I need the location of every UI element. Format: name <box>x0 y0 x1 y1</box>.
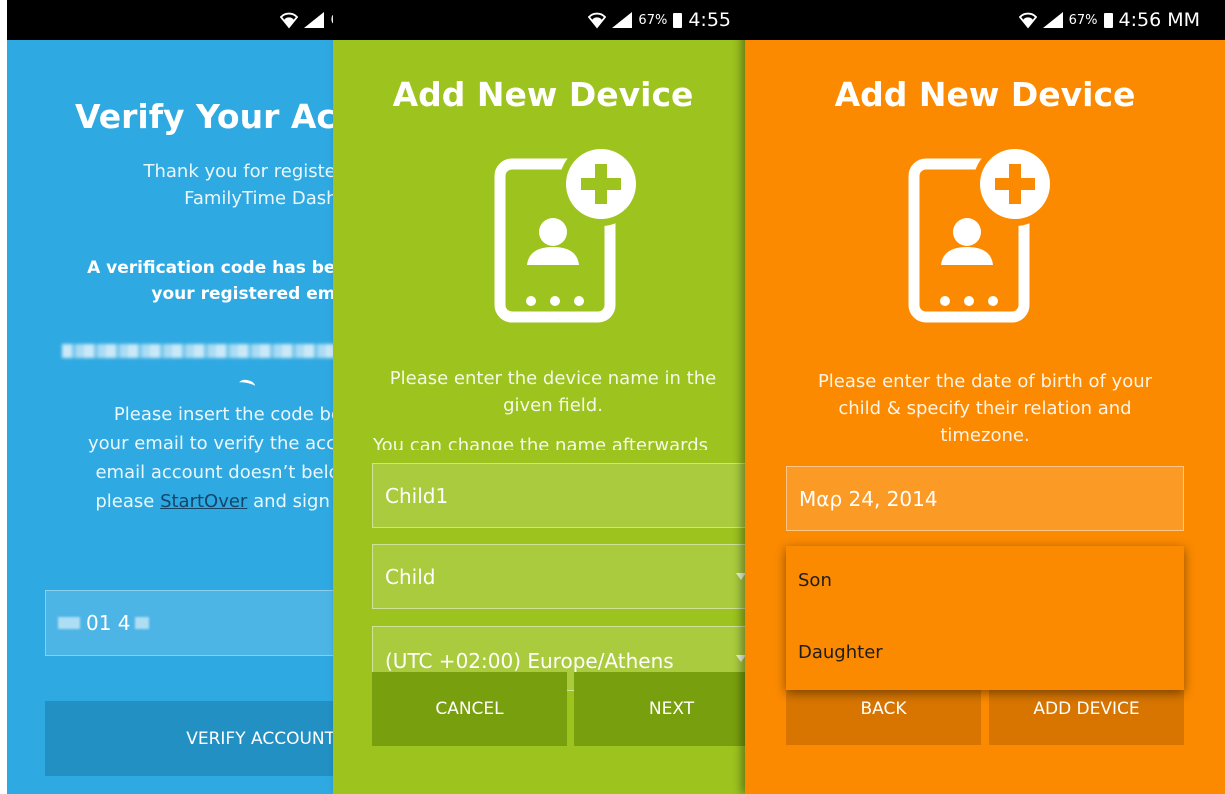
relation-dropdown-menu: Son Daughter <box>786 546 1184 690</box>
rename-note: You can change the name afterwards <box>373 435 709 450</box>
birth-date-field[interactable]: Μαρ 24, 2014 <box>786 466 1184 531</box>
blurred-digit <box>58 617 80 629</box>
blurred-digit <box>134 617 149 629</box>
prompt-text: Please enter the device name in the give… <box>389 368 717 416</box>
battery-icon <box>1103 12 1113 28</box>
relation-select[interactable]: Child <box>372 544 753 609</box>
code-sent-text: A verification code has bee your registe… <box>87 258 347 304</box>
signal-icon <box>1042 12 1063 28</box>
verification-code-value: 01 4 <box>86 611 131 635</box>
page-title: Add New Device <box>834 75 1136 114</box>
status-bar: 67% 4:55 <box>333 0 753 40</box>
start-over-link[interactable]: StartOver <box>160 491 247 512</box>
verify-account-screen: 68 Verify Your Acc Thank you for registe… <box>7 0 347 794</box>
wifi-icon <box>1018 12 1037 29</box>
add-device-birthdate-screen: 67% 4:56 MM Add New Device Please enter … <box>745 0 1225 794</box>
wifi-icon <box>588 12 607 29</box>
device-name-value: Child1 <box>385 483 449 508</box>
signal-icon <box>304 12 325 28</box>
loading-indicator <box>238 378 256 391</box>
signal-icon <box>612 12 633 28</box>
clock-time: 4:56 MM <box>1118 9 1201 31</box>
page-title: Verify Your Acc <box>75 97 347 136</box>
battery-percentage: 67% <box>1068 12 1098 28</box>
battery-percentage: 67% <box>638 12 668 28</box>
phone-add-icon <box>908 142 1057 323</box>
page-title: Add New Device <box>392 75 694 114</box>
timezone-value: (UTC +02:00) Europe/Athens <box>385 649 674 673</box>
status-bar: 68 <box>7 0 347 40</box>
wifi-icon <box>280 12 299 29</box>
status-bar: 67% 4:56 MM <box>745 0 1225 40</box>
relation-option-daughter[interactable]: Daughter <box>798 642 883 663</box>
device-name-input[interactable]: Child1 <box>372 463 753 528</box>
verify-account-button[interactable]: VERIFY ACCOUNT <box>45 701 347 776</box>
phone-add-icon <box>494 142 643 323</box>
registered-email-blurred <box>62 344 347 358</box>
relation-value: Child <box>385 564 436 589</box>
prompt-text: Please enter the date of birth of your c… <box>817 371 1153 446</box>
add-device-name-screen: 67% 4:55 Add New Device Please enter the… <box>333 0 753 794</box>
birth-date-value: Μαρ 24, 2014 <box>799 486 938 511</box>
thank-you-text: Thank you for registering FamilyTime Das… <box>143 161 347 209</box>
clock-time: 4:55 <box>688 9 731 31</box>
cancel-button[interactable]: CANCEL <box>372 672 567 746</box>
next-button[interactable]: NEXT <box>574 672 753 746</box>
instructions-text: Please insert the code bel your email to… <box>7 400 347 516</box>
battery-icon <box>673 12 683 28</box>
relation-option-son[interactable]: Son <box>798 570 832 591</box>
verification-code-field[interactable]: 01 4 <box>45 590 347 656</box>
